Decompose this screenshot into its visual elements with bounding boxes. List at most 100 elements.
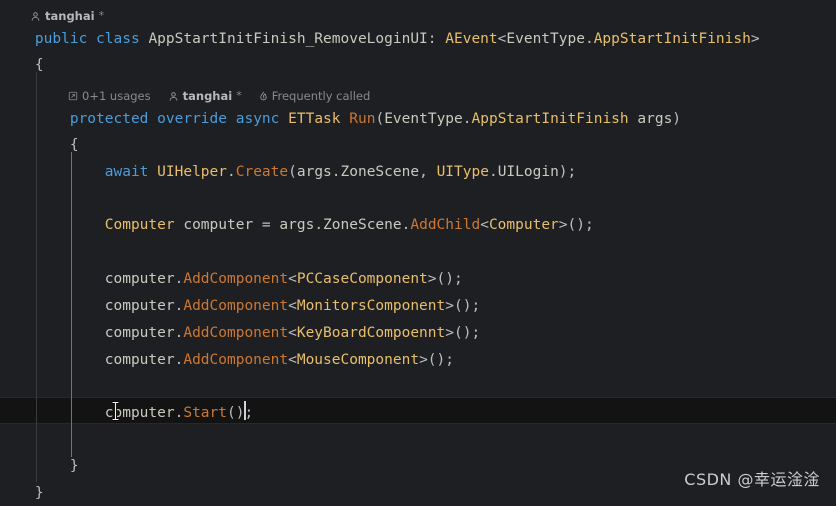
code-token: Start <box>183 405 227 421</box>
code-token: . <box>227 164 236 180</box>
code-token: AddChild <box>410 217 481 233</box>
code-token: < <box>480 217 489 233</box>
code-token: >(); <box>419 352 454 368</box>
code-token: . <box>488 164 498 180</box>
code-token: { <box>34 57 44 73</box>
code-token: AddComponent <box>183 271 289 287</box>
code-token: = <box>253 217 280 233</box>
line-add-monitors[interactable]: computer.AddComponent<MonitorsComponent>… <box>0 293 480 320</box>
code-token: , <box>419 164 437 180</box>
code-token: PCCaseComponent <box>296 271 428 287</box>
line-class-decl[interactable]: public class AppStartInitFinish_RemoveLo… <box>0 26 760 53</box>
code-token: AddComponent <box>183 352 289 368</box>
code-token: EventType <box>384 111 463 127</box>
code-token: } <box>34 485 44 501</box>
code-token: computer <box>104 405 175 421</box>
code-token: public <box>34 31 88 47</box>
code-token: class <box>96 31 140 47</box>
line-await-uihelper[interactable]: await UIHelper.Create(args.ZoneScene, UI… <box>0 159 577 186</box>
csdn-watermark: CSDN @幸运淦淦 <box>684 470 820 490</box>
code-token: Computer <box>104 217 175 233</box>
code-token: ZoneScene <box>340 164 420 180</box>
line-class-open-brace[interactable]: { <box>0 52 44 79</box>
code-editor-viewport[interactable]: tanghai * 0+1 usages tanghai * Frequentl… <box>0 0 836 506</box>
code-token: args <box>279 217 315 233</box>
code-token: Run <box>349 111 376 127</box>
code-token: UILogin <box>497 164 559 180</box>
code-token: . <box>331 164 341 180</box>
code-token: computer <box>104 271 175 287</box>
code-token: AEvent <box>445 31 498 47</box>
code-token: computer <box>104 325 175 341</box>
code-token: } <box>69 458 79 474</box>
code-token: AddComponent <box>183 298 289 314</box>
code-token: (); <box>227 405 254 421</box>
line-method-open-brace[interactable]: { <box>0 132 79 159</box>
code-token: MonitorsComponent <box>296 298 446 314</box>
code-token: computer <box>104 352 175 368</box>
code-token: < <box>288 352 297 368</box>
code-token: KeyBoardCompoennt <box>296 325 446 341</box>
user-icon <box>30 11 41 22</box>
code-token: EventType <box>506 31 585 47</box>
usages-box-icon <box>68 91 78 101</box>
user-icon <box>168 91 179 102</box>
code-token: >(); <box>427 271 463 287</box>
code-token: . <box>462 111 472 127</box>
code-token: computer <box>104 298 175 314</box>
line-add-pccase[interactable]: computer.AddComponent<PCCaseComponent>()… <box>0 266 463 293</box>
code-token: AppStartInitFinish <box>471 111 629 127</box>
code-token: AddComponent <box>183 325 289 341</box>
code-token: < <box>288 298 297 314</box>
code-token: : <box>427 31 446 47</box>
code-token: ) <box>672 111 682 127</box>
code-token: UIType <box>436 164 489 180</box>
code-token: Create <box>235 164 289 180</box>
code-token: override <box>157 111 227 127</box>
line-computer-addchild[interactable]: Computer computer = args.ZoneScene.AddCh… <box>0 212 594 239</box>
code-token: async <box>235 111 280 127</box>
line-add-mouse[interactable]: computer.AddComponent<MouseComponent>(); <box>0 347 454 374</box>
code-token: ( <box>375 111 385 127</box>
flame-icon <box>259 91 268 102</box>
text-caret <box>244 401 246 420</box>
code-token: { <box>69 137 79 153</box>
code-token: protected <box>69 111 149 127</box>
code-token: >(); <box>445 325 481 341</box>
code-token: args <box>637 111 673 127</box>
line-computer-start[interactable]: computer.Start(); <box>0 400 253 427</box>
line-method-decl[interactable]: protected override async ETTask Run(Even… <box>0 106 681 133</box>
code-token: ZoneScene <box>323 217 402 233</box>
code-token: args <box>296 164 332 180</box>
code-token: ( <box>288 164 297 180</box>
code-token: >(); <box>558 217 594 233</box>
line-class-close-brace[interactable]: } <box>0 480 44 506</box>
line-add-keyboard[interactable]: computer.AddComponent<KeyBoardCompoennt>… <box>0 320 480 347</box>
code-token: . <box>584 31 594 47</box>
code-token: . <box>314 217 324 233</box>
code-token: Computer <box>488 217 559 233</box>
code-token: await <box>104 164 149 180</box>
code-token: >(); <box>445 298 481 314</box>
code-token: > <box>750 31 760 47</box>
code-token: ETTask <box>288 111 341 127</box>
line-method-close-brace[interactable]: } <box>0 453 79 480</box>
code-token: ); <box>558 164 577 180</box>
